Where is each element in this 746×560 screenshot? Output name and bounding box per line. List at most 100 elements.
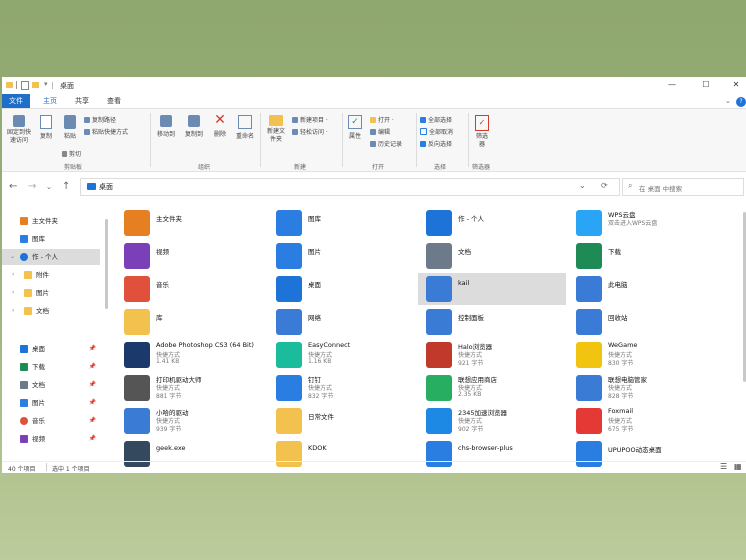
properties-button[interactable]: ✓ 属性 [346,115,364,140]
sidebar-item-home[interactable]: 主文件夹 [2,213,100,229]
paste-button[interactable]: 粘贴 [60,115,80,140]
tab-view[interactable]: 查看 [100,94,128,108]
file-item[interactable]: 视频 [116,240,264,272]
quick-access-dropdown-icon[interactable]: ▾ [44,80,48,88]
file-item[interactable]: Adobe Photoshop CS3 (64 Bit) 快捷方式 1.41 KB [116,339,264,371]
file-item[interactable]: 联想电脑管家 快捷方式 828 字节 [568,372,716,404]
chevron-right-icon[interactable]: › [12,285,14,301]
up-button[interactable]: ↑ [62,181,70,192]
pin-icon[interactable]: 📌 [89,377,96,393]
file-item[interactable]: 联想应用商店 快捷方式 2.35 KB [418,372,566,404]
paste-shortcut-button[interactable]: 粘贴快捷方式 [84,127,128,136]
file-item[interactable]: 打印机驱动大师 快捷方式 881 字节 [116,372,264,404]
easy-access-button[interactable]: 轻松访问 · [292,127,328,136]
pin-icon[interactable]: 📌 [89,341,96,357]
sidebar-item-downloads[interactable]: 下载 📌 [2,359,100,375]
sidebar-item-music[interactable]: 音乐 📌 [2,413,100,429]
file-item[interactable]: kail [418,273,566,305]
edit-button[interactable]: 编辑 [370,127,390,136]
select-none-button[interactable]: 全部取消 [420,127,453,136]
sidebar-item-gallery[interactable]: 图库 [2,231,100,247]
pin-icon[interactable]: 📌 [89,359,96,375]
sidebar-item-pictures-folder[interactable]: › 图片 [2,285,100,301]
tab-file[interactable]: 文件 [2,94,30,108]
chevron-down-icon[interactable]: ⌄ [10,249,15,265]
search-box[interactable]: ⌕ 在 桌面 中搜索 [622,178,744,196]
chevron-right-icon[interactable]: › [12,303,14,319]
help-icon[interactable]: ? [736,97,746,107]
file-item[interactable]: 音乐 [116,273,264,305]
file-name: WeGame [608,341,638,349]
file-item[interactable]: Halo浏览器 快捷方式 921 字节 [418,339,566,371]
file-item[interactable]: 钉钉 快捷方式 832 字节 [268,372,416,404]
delete-button[interactable]: ✕ 删除 [210,113,230,138]
open-button[interactable]: 打开 · [370,115,394,124]
file-item[interactable]: Foxmail 快捷方式 675 字节 [568,405,716,437]
move-to-button[interactable]: 移动到 [154,115,178,138]
sidebar-item-documents[interactable]: 文档 📌 [2,377,100,393]
search-input[interactable]: 在 桌面 中搜索 [639,183,682,193]
history-button[interactable]: 历史记录 [370,139,402,148]
pin-icon[interactable]: 📌 [89,395,96,411]
sidebar-item-attachments[interactable]: › 附件 [2,267,100,283]
file-item[interactable]: WPS云盘 双击进入WPS云盘 [568,207,716,239]
copy-path-button[interactable]: 复制路径 [84,115,116,124]
new-folder-button[interactable]: 新建文件夹 [264,115,288,144]
file-item[interactable]: 作 - 个人 [418,207,566,239]
pin-icon[interactable]: 📌 [89,431,96,447]
file-item[interactable]: 下载 [568,240,716,272]
rename-button[interactable]: 重命名 [234,115,256,140]
file-item[interactable]: 此电脑 [568,273,716,305]
file-item[interactable]: 库 [116,306,264,338]
file-item[interactable]: 日常文件 [268,405,416,437]
sidebar-item-pictures[interactable]: 图片 📌 [2,395,100,411]
pin-icon[interactable]: 📌 [89,413,96,429]
sidebar-item-onedrive[interactable]: ⌄ 作 - 个人 [2,249,100,265]
pin-quick-access-button[interactable]: 固定到快速访问 [4,115,34,145]
properties-icon[interactable] [21,81,29,90]
tab-home[interactable]: 主页 [36,94,64,108]
file-item[interactable]: 图库 [268,207,416,239]
tab-share[interactable]: 共享 [68,94,96,108]
maximize-button[interactable]: ☐ [699,80,713,89]
close-button[interactable]: ✕ [729,80,743,89]
file-item[interactable]: 图片 [268,240,416,272]
tiles-view-icon[interactable]: ▦ [734,462,742,471]
select-all-button[interactable]: 全部选择 [420,115,452,124]
details-view-icon[interactable]: ☰ [720,462,727,471]
copy-to-button[interactable]: 复制到 [182,115,206,138]
file-item[interactable]: 主文件夹 [116,207,264,239]
sidebar-item-videos[interactable]: 视频 📌 [2,431,100,447]
path-segment-desktop[interactable]: 桌面 [99,182,113,192]
collapse-ribbon-button[interactable]: ⌄ [718,94,738,108]
file-item[interactable]: 控制面板 [418,306,566,338]
sidebar-scrollbar[interactable] [105,219,108,309]
sidebar-item-documents-folder[interactable]: › 文档 [2,303,100,319]
forward-button[interactable]: → [28,181,36,192]
chevron-right-icon[interactable]: › [12,267,14,283]
file-item[interactable]: 文档 [418,240,566,272]
new-item-button[interactable]: 新建项目 · [292,115,328,124]
file-item[interactable]: 桌面 [268,273,416,305]
file-item[interactable]: 网络 [268,306,416,338]
file-item[interactable]: WeGame 快捷方式 830 字节 [568,339,716,371]
sidebar-item-desktop[interactable]: 桌面 📌 [2,341,100,357]
file-item[interactable]: 2345加速浏览器 快捷方式 902 字节 [418,405,566,437]
invert-selection-button[interactable]: 反向选择 [420,139,452,148]
file-item[interactable]: EasyConnect 快捷方式 1.16 KB [268,339,416,371]
new-folder-quick-icon[interactable] [32,82,39,88]
path-dropdown-icon[interactable]: ⌄ [579,181,586,190]
minimize-button[interactable]: — [665,80,679,89]
cut-button[interactable]: 剪切 [62,149,81,158]
refresh-button[interactable]: ⟳ [601,181,608,190]
file-icon [426,276,452,302]
copy-button[interactable]: 复制 [38,115,54,140]
filter-button[interactable]: ✓ 筛选器 [472,115,492,149]
path-box[interactable]: 桌面 ⌄ ⟳ [80,178,620,196]
file-item[interactable]: 回收站 [568,306,716,338]
file-name: 主文件夹 [156,215,182,223]
file-item[interactable]: 小哈的驱动 快捷方式 939 字节 [116,405,264,437]
sidebar-item-label: 主文件夹 [32,217,58,225]
back-button[interactable]: ← [9,181,17,192]
recent-locations-button[interactable]: ⌄ [46,183,52,191]
